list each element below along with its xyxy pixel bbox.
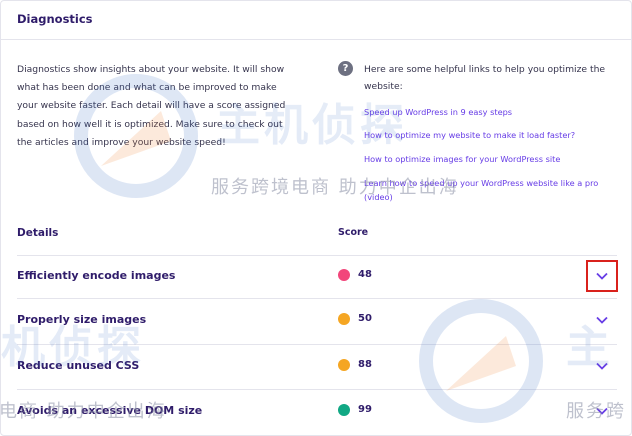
row-title: Avoids an excessive DOM size <box>17 404 203 417</box>
chevron-down-icon <box>596 362 608 370</box>
card-title: Diagnostics <box>17 12 93 26</box>
help-link-video[interactable]: Learn how to speed up your WordPress web… <box>364 177 609 204</box>
row-title: Properly size images <box>17 313 147 326</box>
table-row[interactable]: Avoids an excessive DOM size 99 <box>1 390 631 434</box>
expand-button[interactable] <box>586 260 618 292</box>
details-column-header: Details <box>17 227 59 239</box>
score-column-header: Score <box>338 227 369 238</box>
row-title: Efficiently encode images <box>17 269 176 282</box>
help-links-intro: Here are some helpful links to help you … <box>364 64 606 92</box>
chevron-down-icon <box>596 272 608 280</box>
row-score: 99 <box>358 404 372 415</box>
row-score: 48 <box>358 269 372 280</box>
help-link-optimize-images[interactable]: How to optimize images for your WordPres… <box>364 153 609 167</box>
expand-button[interactable] <box>586 350 618 382</box>
row-title: Reduce unused CSS <box>17 359 140 372</box>
score-indicator <box>338 269 350 281</box>
row-score: 88 <box>358 359 372 370</box>
chevron-down-icon <box>596 316 608 324</box>
table-row[interactable]: Properly size images 50 <box>1 299 631 343</box>
help-link-optimize-website[interactable]: How to optimize my website to make it lo… <box>364 129 609 143</box>
diagnostics-card: Diagnostics Diagnostics show insights ab… <box>0 0 632 436</box>
row-score: 50 <box>358 313 372 324</box>
expand-button[interactable] <box>586 395 618 427</box>
table-row[interactable]: Efficiently encode images 48 <box>1 255 631 299</box>
card-header: Diagnostics <box>1 1 631 40</box>
question-circle-icon: ? <box>338 61 353 76</box>
expand-button[interactable] <box>586 304 618 336</box>
diagnostics-description: Diagnostics show insights about your web… <box>17 64 286 148</box>
help-link-speed-up-wordpress[interactable]: Speed up WordPress in 9 easy steps <box>364 106 609 120</box>
chevron-down-icon <box>596 407 608 415</box>
table-row[interactable]: Reduce unused CSS 88 <box>1 345 631 389</box>
score-indicator <box>338 313 350 325</box>
score-indicator <box>338 404 350 416</box>
score-indicator <box>338 359 350 371</box>
